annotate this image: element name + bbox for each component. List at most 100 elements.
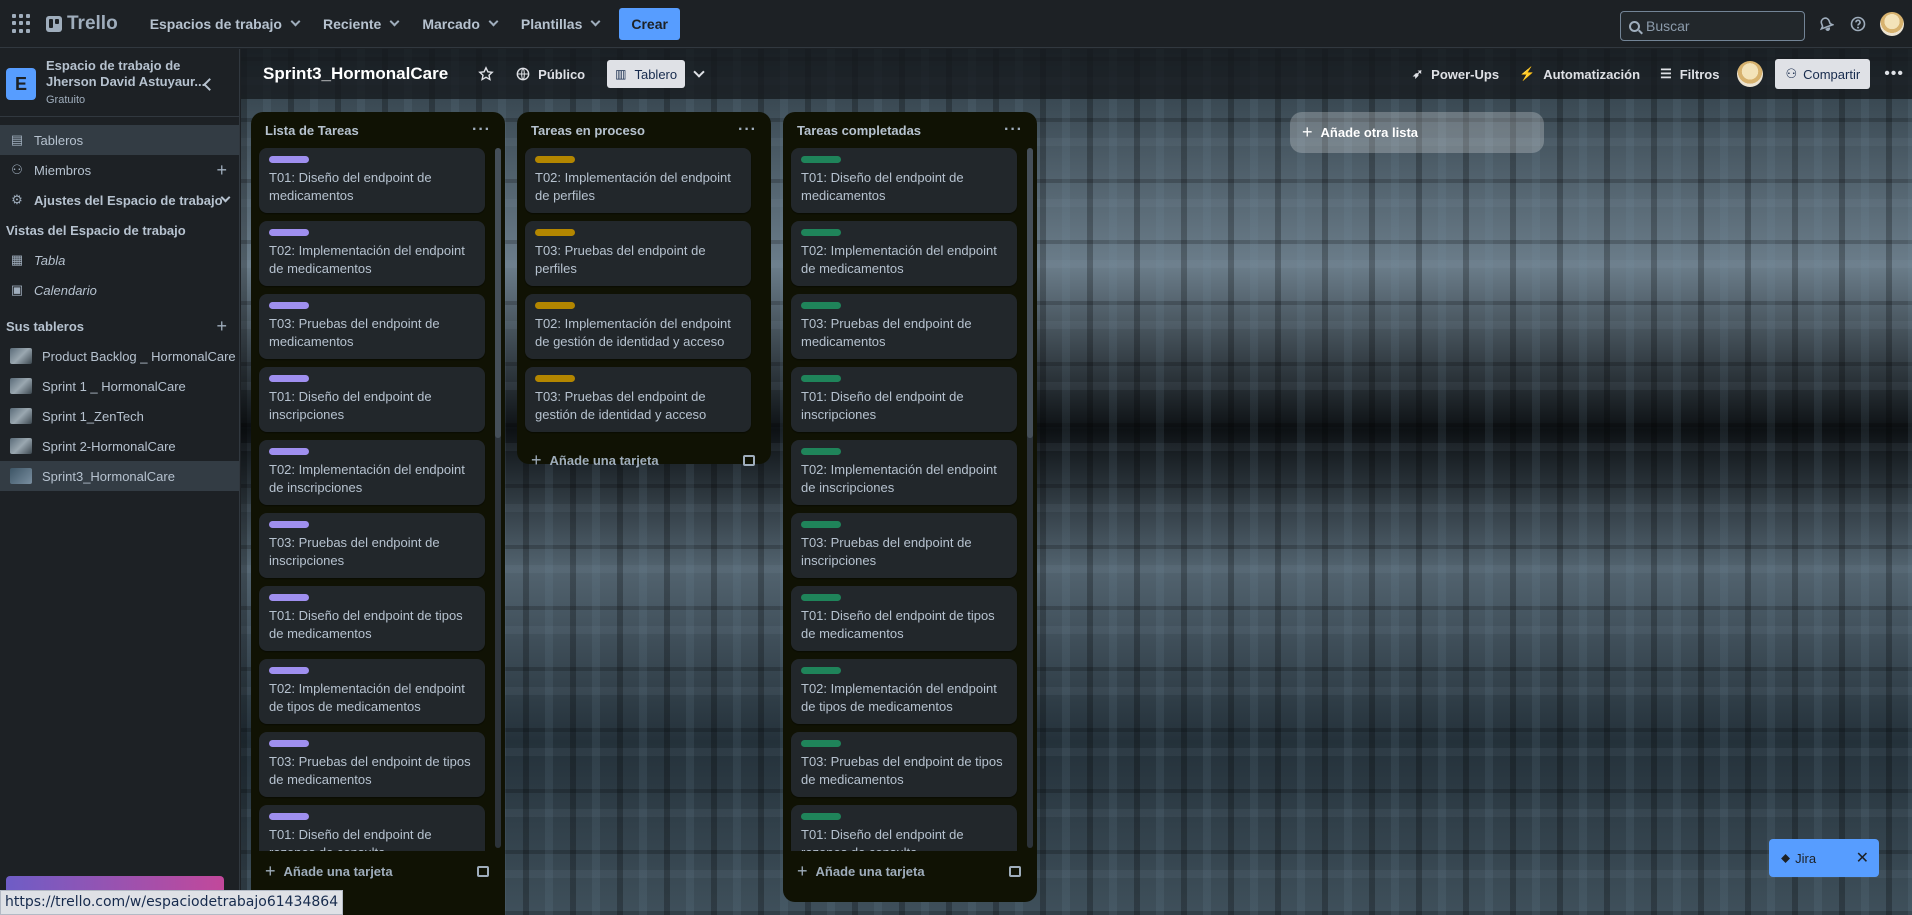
card[interactable]: T02: Implementación del endpoint de insc… xyxy=(259,440,485,505)
workspace-title[interactable]: Espacio de trabajo de Jherson David Astu… xyxy=(46,58,206,108)
card[interactable]: T01: Diseño del endpoint de tipos de med… xyxy=(259,586,485,651)
sidebar-item-boards[interactable]: ▤ Tableros xyxy=(0,125,239,155)
scrollbar[interactable] xyxy=(1027,148,1033,848)
star-board-icon[interactable] xyxy=(470,60,502,88)
card[interactable]: T01: Diseño del endpoint de medicamentos xyxy=(791,148,1017,213)
filters-button[interactable]: ☰ Filtros xyxy=(1652,60,1727,88)
add-board-icon[interactable]: + xyxy=(216,316,227,337)
card[interactable]: T03: Pruebas del endpoint de inscripcion… xyxy=(791,513,1017,578)
card-label[interactable] xyxy=(535,229,575,236)
card[interactable]: T02: Implementación del endpoint de insc… xyxy=(791,440,1017,505)
share-button[interactable]: ⚇ Compartir xyxy=(1775,59,1871,89)
card-label[interactable] xyxy=(801,448,841,455)
card[interactable]: T03: Pruebas del endpoint de medicamento… xyxy=(259,294,485,359)
nav-recent-menu[interactable]: Reciente xyxy=(311,8,410,40)
sidebar-board-item[interactable]: Sprint 1_ZenTech xyxy=(0,401,239,431)
list-header[interactable]: Tareas completadas ··· xyxy=(783,112,1037,148)
card-label[interactable] xyxy=(269,156,309,163)
sidebar-board-item-current[interactable]: Sprint3_HormonalCare xyxy=(0,461,239,491)
card-label[interactable] xyxy=(535,302,575,309)
card-label[interactable] xyxy=(801,156,841,163)
scrollbar[interactable] xyxy=(495,148,501,848)
sidebar-item-members[interactable]: ⚇ Miembros + xyxy=(0,155,239,185)
automation-button[interactable]: ⚡ Automatización xyxy=(1511,60,1648,88)
jira-widget[interactable]: ⬥ Jira ✕ xyxy=(1769,839,1879,877)
card[interactable]: T01: Diseño del endpoint de medicamentos xyxy=(259,148,485,213)
card[interactable]: T03: Pruebas del endpoint de perfiles xyxy=(525,221,751,286)
list-menu-icon[interactable]: ··· xyxy=(1004,121,1023,139)
card-template-icon[interactable] xyxy=(1009,865,1021,877)
user-avatar[interactable] xyxy=(1880,12,1904,36)
card[interactable]: T02: Implementación del endpoint de medi… xyxy=(791,221,1017,286)
card-label[interactable] xyxy=(801,375,841,382)
sidebar-item-calendar-view[interactable]: ▣ Calendario xyxy=(0,275,239,305)
more-options-icon[interactable]: ••• xyxy=(1884,65,1904,83)
powerups-button[interactable]: ➶ Power-Ups xyxy=(1404,60,1507,88)
card-label[interactable] xyxy=(801,813,841,820)
help-icon[interactable] xyxy=(1848,14,1868,34)
workspace-avatar[interactable]: E xyxy=(6,68,36,100)
card[interactable]: T01: Diseño del endpoint de razones de c… xyxy=(259,805,485,851)
card-template-icon[interactable] xyxy=(743,454,755,466)
list-menu-icon[interactable]: ··· xyxy=(738,121,757,139)
card-label[interactable] xyxy=(269,229,309,236)
sidebar-board-item[interactable]: Sprint 1 _ HormonalCare xyxy=(0,371,239,401)
card-label[interactable] xyxy=(269,813,309,820)
card-label[interactable] xyxy=(269,594,309,601)
list-title[interactable]: Tareas completadas xyxy=(797,123,921,138)
card-label[interactable] xyxy=(801,229,841,236)
add-card-button[interactable]: + Añade una tarjeta xyxy=(251,851,505,891)
list-title[interactable]: Lista de Tareas xyxy=(265,123,359,138)
card[interactable]: T02: Implementación del endpoint de medi… xyxy=(259,221,485,286)
card[interactable]: T03: Pruebas del endpoint de inscripcion… xyxy=(259,513,485,578)
add-member-icon[interactable]: + xyxy=(216,160,227,181)
nav-workspaces-menu[interactable]: Espacios de trabajo xyxy=(138,8,311,40)
card[interactable]: T02: Implementación del endpoint de perf… xyxy=(525,148,751,213)
list-header[interactable]: Lista de Tareas ··· xyxy=(251,112,505,148)
card-label[interactable] xyxy=(535,375,575,382)
card[interactable]: T03: Pruebas del endpoint de tipos de me… xyxy=(791,732,1017,797)
card-label[interactable] xyxy=(535,156,575,163)
card-label[interactable] xyxy=(801,594,841,601)
member-avatar[interactable] xyxy=(1737,61,1764,87)
search-input[interactable]: Buscar xyxy=(1620,11,1805,41)
card[interactable]: T01: Diseño del endpoint de inscripcione… xyxy=(259,367,485,432)
list-title[interactable]: Tareas en proceso xyxy=(531,123,645,138)
app-switcher-icon[interactable] xyxy=(12,13,32,34)
card-label[interactable] xyxy=(269,740,309,747)
create-button[interactable]: Crear xyxy=(619,7,680,40)
card-label[interactable] xyxy=(801,667,841,674)
card-template-icon[interactable] xyxy=(477,865,489,877)
card-label[interactable] xyxy=(269,448,309,455)
card[interactable]: T02: Implementación del endpoint de tipo… xyxy=(259,659,485,724)
card-label[interactable] xyxy=(801,302,841,309)
list-menu-icon[interactable]: ··· xyxy=(472,121,491,139)
visibility-button[interactable]: Público xyxy=(508,60,593,88)
card-label[interactable] xyxy=(801,521,841,528)
card[interactable]: T03: Pruebas del endpoint de tipos de me… xyxy=(259,732,485,797)
card-label[interactable] xyxy=(269,521,309,528)
close-icon[interactable]: ✕ xyxy=(1856,848,1869,868)
sidebar-board-item[interactable]: Product Backlog _ HormonalCare xyxy=(0,341,239,371)
card-label[interactable] xyxy=(269,667,309,674)
sidebar-board-item[interactable]: Sprint 2-HormonalCare xyxy=(0,431,239,461)
trello-logo[interactable]: Trello xyxy=(46,13,118,35)
notifications-icon[interactable] xyxy=(1816,14,1836,34)
board-view-button[interactable]: ▥ Tablero xyxy=(607,60,686,88)
card-label[interactable] xyxy=(801,740,841,747)
card[interactable]: T01: Diseño del endpoint de inscripcione… xyxy=(791,367,1017,432)
add-card-button[interactable]: + Añade una tarjeta xyxy=(517,440,771,480)
list-header[interactable]: Tareas en proceso ··· xyxy=(517,112,771,148)
sidebar-item-table-view[interactable]: ▦ Tabla xyxy=(0,245,239,275)
add-card-button[interactable]: + Añade una tarjeta xyxy=(783,851,1037,891)
card[interactable]: T03: Pruebas del endpoint de gestión de … xyxy=(525,367,751,432)
add-list-button[interactable]: + Añade otra lista xyxy=(1290,112,1544,153)
card[interactable]: T03: Pruebas del endpoint de medicamento… xyxy=(791,294,1017,359)
chevron-down-icon[interactable] xyxy=(693,66,705,78)
sidebar-item-workspace-settings[interactable]: ⚙ Ajustes del Espacio de trabajo xyxy=(0,185,239,215)
board-title[interactable]: Sprint3_HormonalCare xyxy=(263,64,448,84)
card[interactable]: T01: Diseño del endpoint de razones de c… xyxy=(791,805,1017,851)
card[interactable]: T01: Diseño del endpoint de tipos de med… xyxy=(791,586,1017,651)
card-label[interactable] xyxy=(269,375,309,382)
scrollbar-thumb[interactable] xyxy=(1027,148,1033,438)
